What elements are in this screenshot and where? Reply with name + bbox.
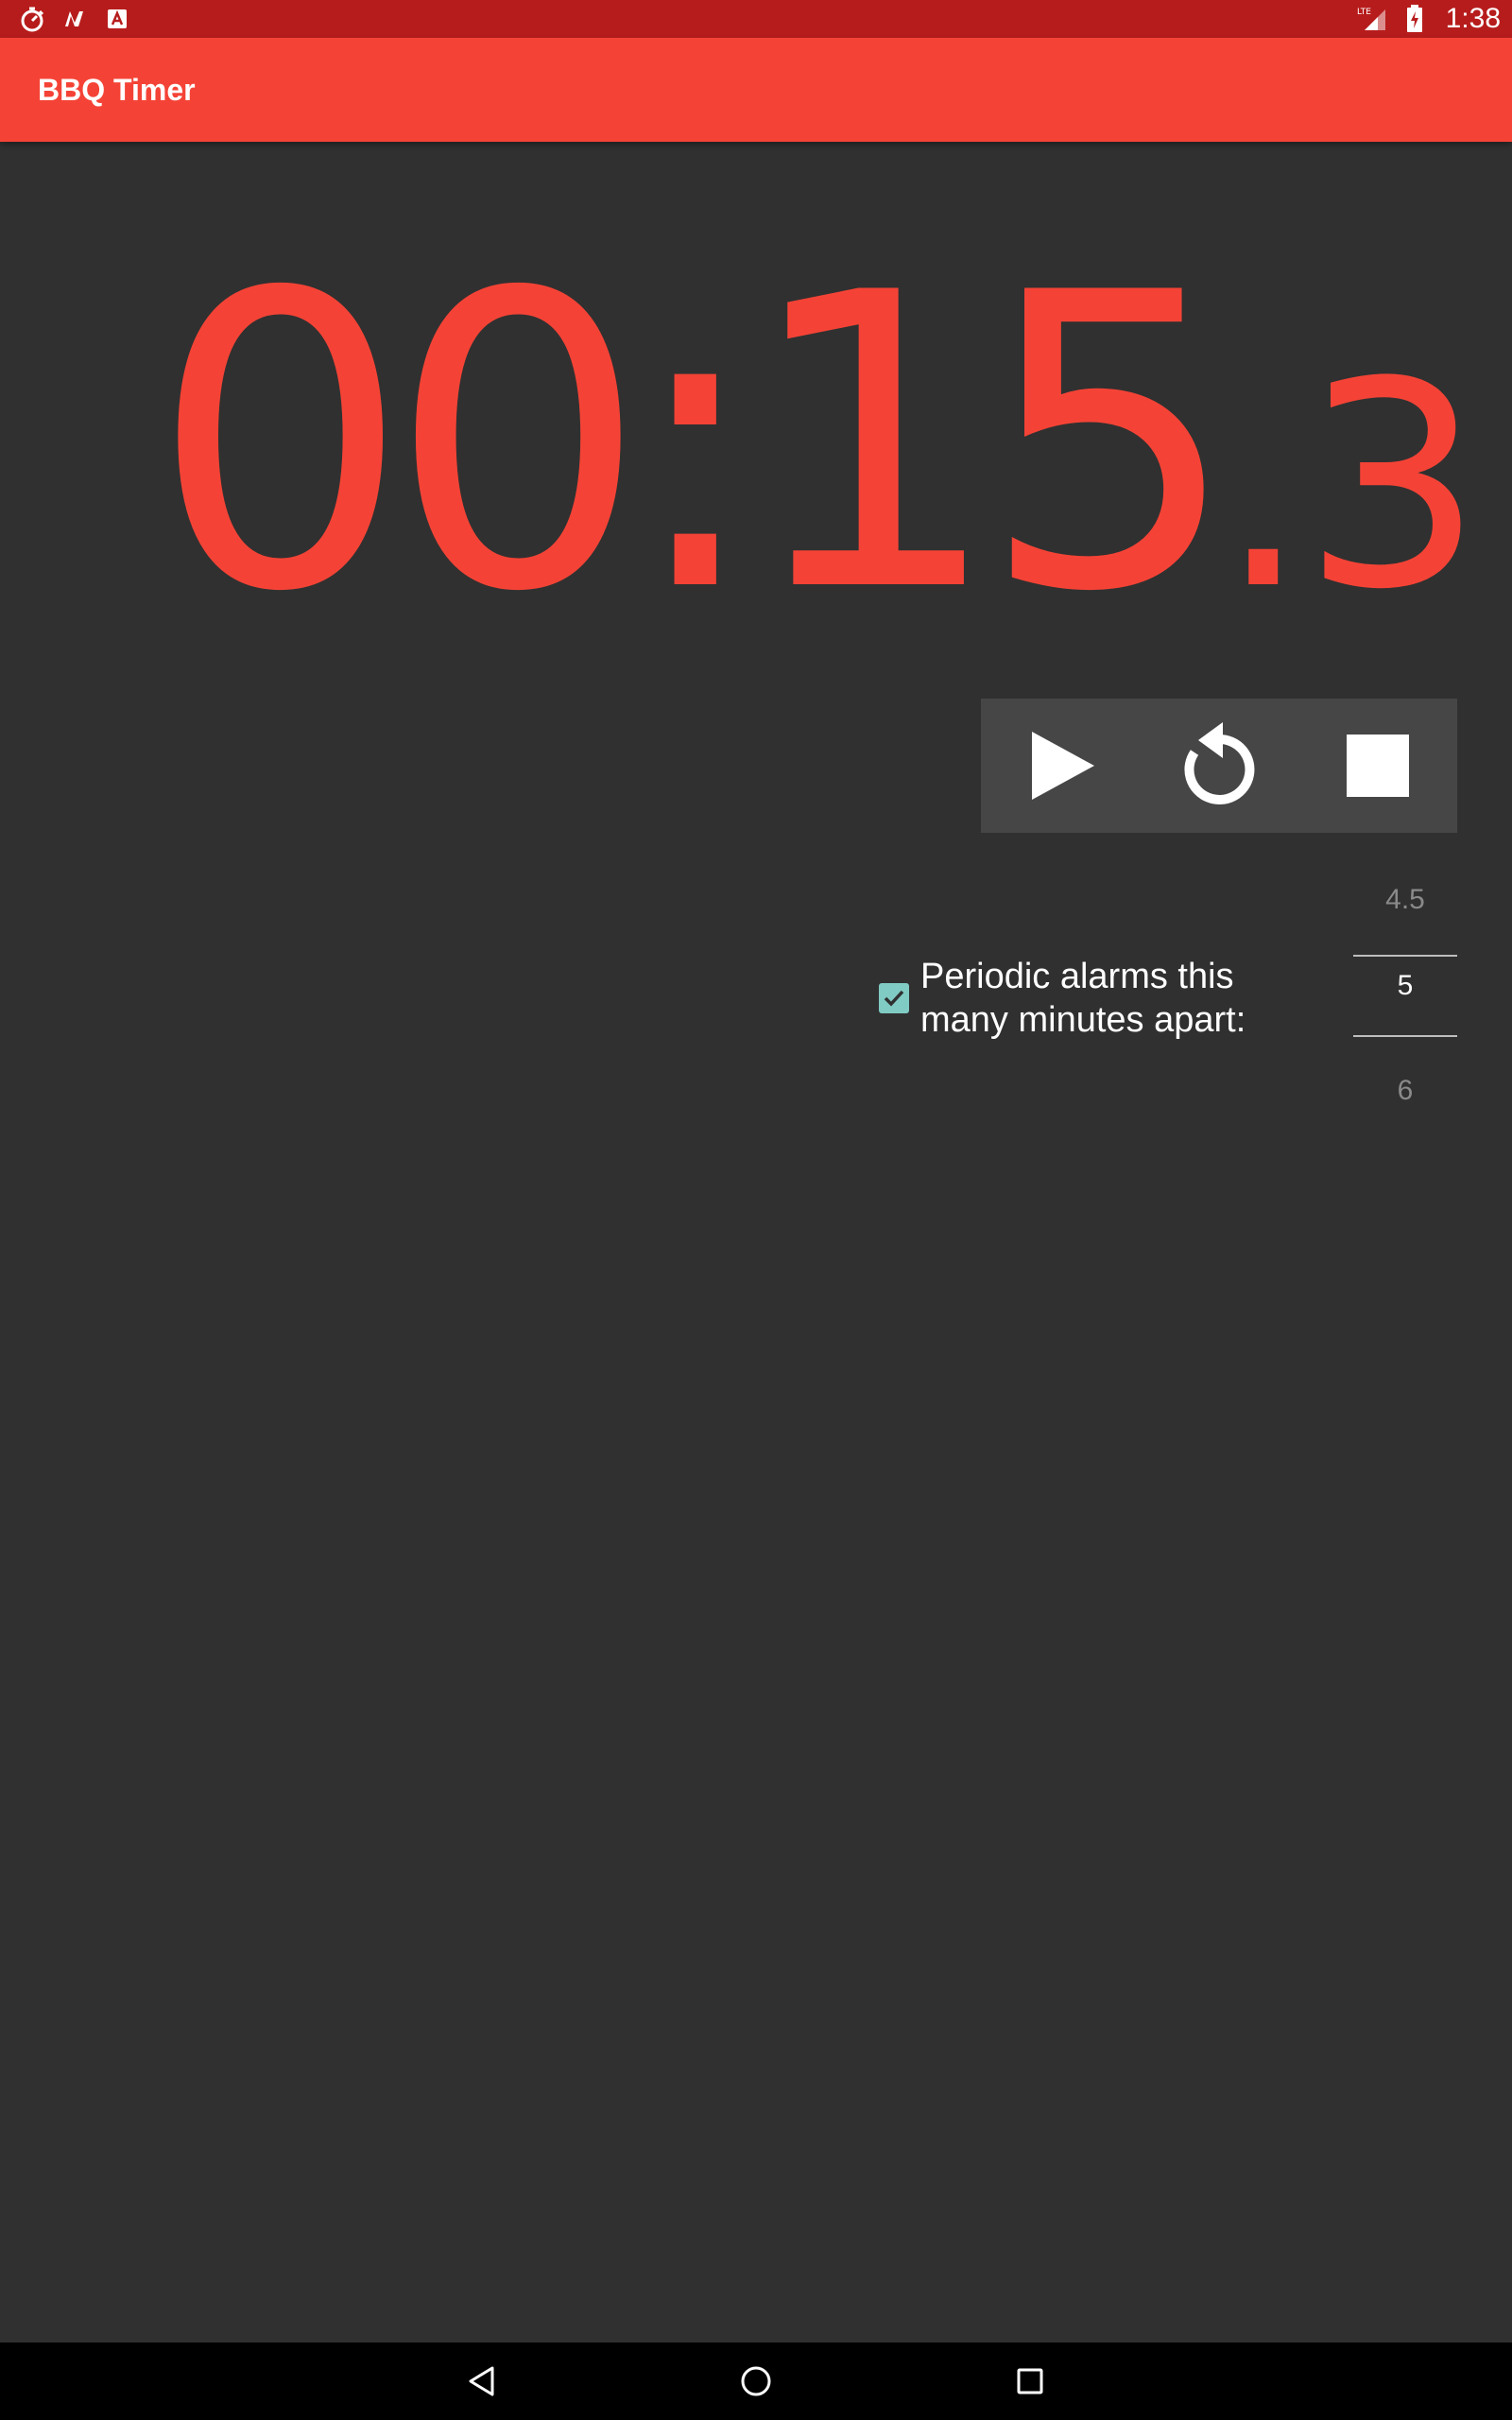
navigation-bar — [0, 2342, 1512, 2420]
periodic-alarms-checkbox[interactable] — [879, 983, 909, 1013]
home-button[interactable] — [728, 2353, 784, 2410]
status-notifications — [19, 6, 129, 32]
picker-previous-value[interactable]: 4.5 — [1353, 884, 1457, 916]
checkmark-icon — [884, 990, 904, 1007]
back-button[interactable] — [454, 2353, 510, 2410]
alarm-label-line2: many minutes apart: — [920, 1000, 1246, 1040]
alarm-label-line1: Periodic alarms this — [920, 957, 1234, 996]
status-system: LTE 1:38 — [1357, 3, 1501, 35]
timer-display: 00:15 .3 — [151, 241, 1483, 648]
timer-tenths: .3 — [1218, 321, 1483, 651]
stop-icon — [1347, 735, 1409, 797]
periodic-alarms-row: Periodic alarms this many minutes apart: — [879, 951, 1295, 1046]
recents-icon — [1017, 2368, 1043, 2394]
reset-icon — [1184, 722, 1255, 804]
play-icon — [1032, 732, 1094, 800]
lte-signal-icon: LTE — [1357, 6, 1389, 32]
timer-minutes-seconds: 00:15 — [151, 208, 1239, 681]
picker-divider-bottom — [1353, 1035, 1457, 1037]
svg-text:LTE: LTE — [1357, 8, 1371, 17]
periodic-alarms-label: Periodic alarms this many minutes apart: — [920, 955, 1246, 1042]
recents-button[interactable] — [1002, 2353, 1058, 2410]
app-bar: BBQ Timer — [0, 38, 1512, 142]
picker-next-value[interactable]: 6 — [1353, 1075, 1457, 1107]
status-bar: LTE 1:38 — [0, 0, 1512, 38]
minutes-number-picker[interactable]: 4.5 5 6 — [1353, 865, 1457, 1177]
reset-button[interactable] — [1167, 714, 1271, 818]
n-notification-icon — [62, 8, 89, 30]
play-button[interactable] — [1008, 714, 1112, 818]
app-title: BBQ Timer — [38, 72, 196, 107]
picker-divider-top — [1353, 955, 1457, 957]
picker-current-value[interactable]: 5 — [1353, 970, 1457, 1002]
status-time: 1:38 — [1445, 3, 1501, 34]
timer-controls — [981, 699, 1457, 833]
home-icon — [741, 2366, 771, 2396]
a-notification-icon — [106, 8, 129, 30]
back-icon — [469, 2366, 494, 2396]
app-root: LTE 1:38 BBQ Timer 00:15 .3 Periodic ala… — [0, 0, 1512, 2420]
stopwatch-icon — [19, 6, 45, 32]
battery-charging-icon — [1406, 5, 1423, 33]
stop-button[interactable] — [1326, 714, 1430, 818]
